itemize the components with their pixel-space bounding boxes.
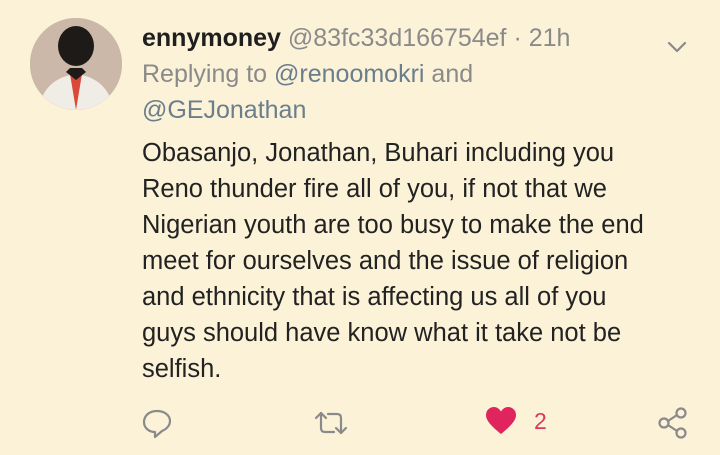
- tweet-line: Obasanjo, Jonathan, Buhari including you: [142, 139, 615, 167]
- user-handle[interactable]: @83fc33d166754ef: [288, 24, 507, 52]
- chevron-down-icon[interactable]: [666, 30, 688, 53]
- tweet-line: Nigerian youth are too busy to make the …: [142, 211, 644, 239]
- tweet-header: ennymoney @83fc33d166754ef · 21h: [142, 20, 700, 56]
- replying-to: Replying to @renoomokri and @GEJonathan: [142, 56, 562, 128]
- tweet-text: Obasanjo, Jonathan, Buhari including you…: [142, 135, 702, 387]
- tweet-line: meet for ourselves and the issue of reli…: [142, 247, 629, 275]
- reply-joiner: and: [424, 60, 474, 88]
- heart-icon[interactable]: [484, 404, 518, 443]
- retweet-icon[interactable]: [312, 406, 350, 445]
- like-count: 2: [534, 408, 547, 434]
- timestamp[interactable]: 21h: [529, 24, 571, 52]
- tweet-line: Reno thunder fire all of you, if not tha…: [142, 175, 607, 203]
- tweet-line: and ethnicity that is affecting us all o…: [142, 283, 607, 311]
- tweet-actions: 2: [0, 400, 720, 450]
- reply-handle-gejonathan[interactable]: @GEJonathan: [142, 96, 306, 124]
- share-icon[interactable]: [656, 406, 690, 445]
- meta-separator: ·: [513, 24, 522, 52]
- avatar-photo: [30, 18, 122, 110]
- display-name[interactable]: ennymoney: [142, 24, 281, 52]
- avatar[interactable]: [30, 18, 122, 110]
- replying-prefix: Replying to: [142, 60, 275, 88]
- reply-handle-renoomokri[interactable]: @renoomokri: [274, 60, 424, 88]
- tweet-line: selfish.: [142, 355, 222, 383]
- tweet-line: guys should have know what it take not b…: [142, 319, 622, 347]
- reply-icon[interactable]: [140, 406, 174, 445]
